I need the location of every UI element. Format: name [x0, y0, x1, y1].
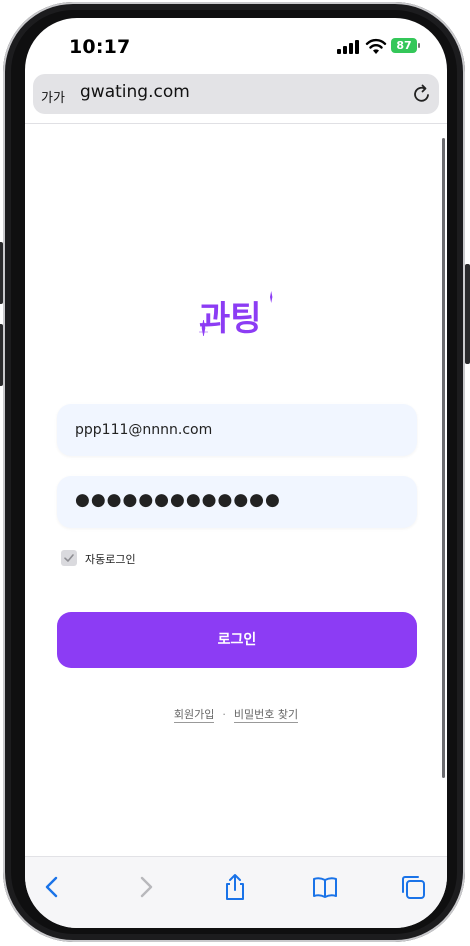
tabs-icon[interactable] [399, 873, 427, 901]
logo-text: 과팅 [199, 299, 262, 339]
auto-login-label[interactable]: 자동로그인 [85, 551, 136, 567]
link-separator: · [222, 708, 226, 721]
power-button [465, 264, 470, 364]
wifi-icon [365, 38, 387, 54]
forward-icon[interactable] [131, 873, 159, 901]
back-icon[interactable] [39, 873, 67, 901]
address-bar-divider [25, 123, 447, 124]
address-bar[interactable]: 가가 gwating.com [33, 74, 439, 114]
battery-icon: 87 [391, 38, 417, 53]
share-icon[interactable] [221, 873, 249, 901]
auto-login-checkbox[interactable] [61, 550, 77, 566]
password-input[interactable]: ●●●●●●●●●●●●● [75, 490, 281, 510]
checkmark-icon [64, 554, 74, 562]
signup-link[interactable]: 회원가입 [173, 708, 215, 723]
cellular-signal-icon [337, 40, 359, 54]
volume-down-button [0, 324, 3, 386]
gwating-logo: 과팅 [199, 291, 273, 339]
clock: 10:17 [69, 36, 131, 58]
bookmarks-icon[interactable] [311, 873, 339, 901]
reload-icon[interactable] [411, 83, 433, 105]
email-input[interactable] [75, 404, 405, 456]
battery-tip [418, 43, 420, 48]
browser-toolbar [25, 856, 447, 928]
status-bar: 10:17 87 [25, 18, 447, 72]
scrollbar[interactable] [442, 138, 445, 778]
footer-links: 회원가입 · 비밀번호 찾기 [25, 706, 447, 723]
login-button[interactable]: 로그인 [57, 612, 417, 668]
sparkle-small-icon [270, 291, 273, 303]
volume-up-button [0, 242, 3, 304]
screen: 10:17 87 가가 gwating.com 과팅 ●●●●●●●● [25, 18, 447, 928]
text-size-button[interactable]: 가가 [41, 87, 65, 106]
find-password-link[interactable]: 비밀번호 찾기 [233, 708, 299, 723]
url-text[interactable]: gwating.com [80, 82, 190, 102]
password-field[interactable]: ●●●●●●●●●●●●● [57, 476, 417, 528]
email-field[interactable] [57, 404, 417, 456]
